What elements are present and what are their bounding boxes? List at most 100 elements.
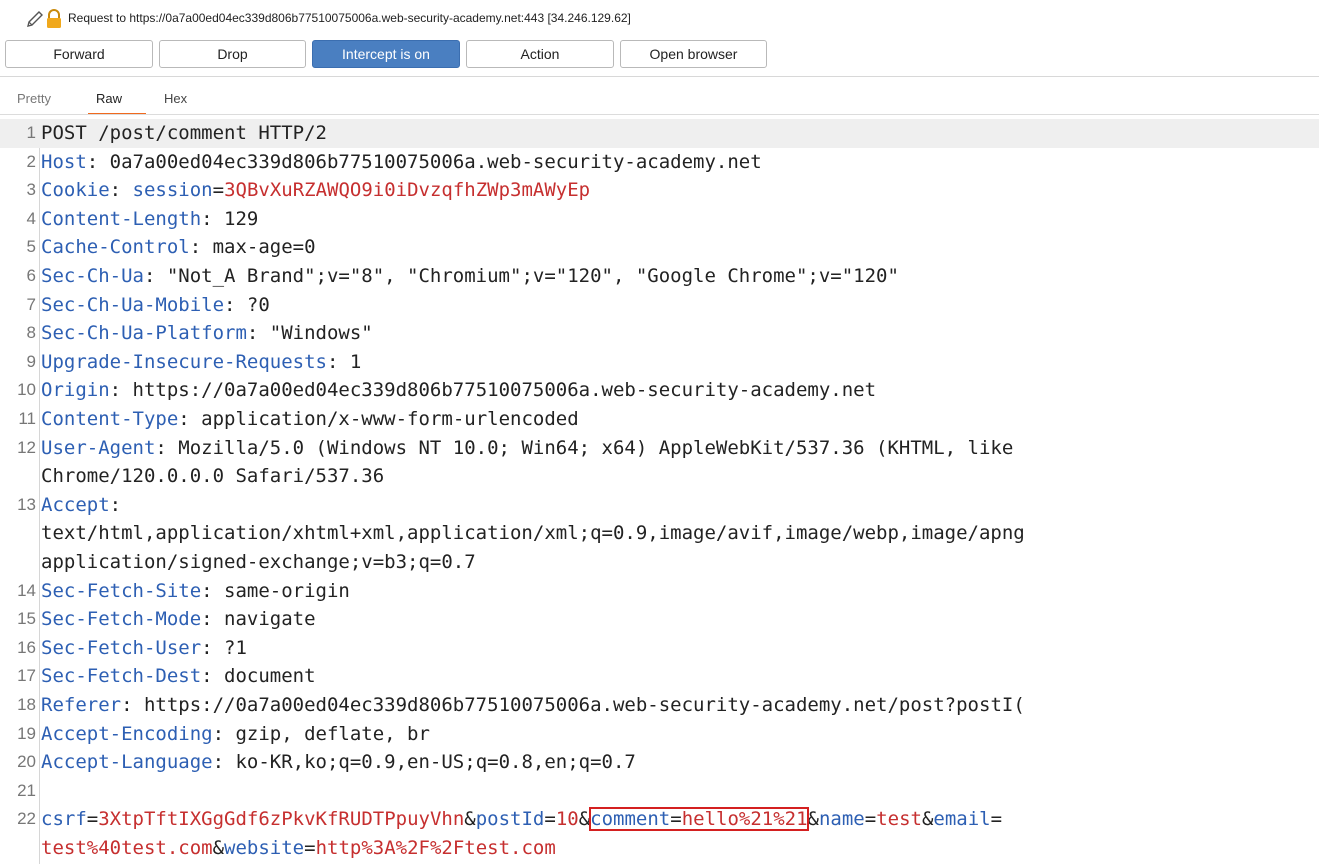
param-separator: & (578, 808, 591, 831)
header: Accept-Encoding: gzip, deflate, br (41, 720, 430, 749)
body-line-continued: test%40test.com&website=http%3A%2F%2Ftes… (0, 834, 1319, 863)
line-number: 2 (26, 151, 36, 171)
action-button[interactable]: Action (466, 40, 614, 68)
tabs-divider (0, 114, 1319, 115)
header-key: Sec-Fetch-Dest (41, 665, 202, 688)
body-line: 22 csrf=3XtpTftIXGgGdf6zPkvKfRUDTPpuyVhn… (0, 805, 1319, 834)
header: Origin: https://0a7a00ed04ec339d806b7751… (41, 376, 876, 405)
forward-button[interactable]: Forward (5, 40, 153, 68)
header: Sec-Ch-Ua: "Not_A Brand";v="8", "Chromiu… (41, 262, 899, 291)
header-value: : https://0a7a00ed04ec339d806b7751007500… (109, 379, 877, 402)
param-separator: & (464, 808, 476, 831)
open-browser-button[interactable]: Open browser (620, 40, 767, 68)
line-number: 12 (17, 437, 36, 457)
request-body-continued: test%40test.com&website=http%3A%2F%2Ftes… (41, 834, 556, 863)
line-number: 14 (17, 580, 36, 600)
header-key: Cache-Control (41, 236, 190, 259)
line-number: 20 (17, 752, 36, 772)
header: Cookie: session=3QBvXuRZAWQO9i0iDvzqfhZW… (41, 176, 590, 205)
raw-request-editor[interactable]: 1 POST /post/comment HTTP/2 2 Host: 0a7a… (0, 119, 1319, 864)
cookie-equals: = (212, 179, 225, 202)
line-number: 15 (17, 609, 36, 629)
cookie-value: 3QBvXuRZAWQO9i0iDvzqfhZWp3mAWyEp (224, 179, 591, 202)
header-key: User-Agent (41, 436, 156, 459)
header-value: : max-age=0 (189, 236, 316, 259)
line-number: 9 (26, 351, 36, 371)
header-key: Cookie (41, 179, 110, 202)
line-number: 22 (17, 809, 36, 829)
header-value: : 0a7a00ed04ec339d806b77510075006a.web-s… (86, 150, 762, 173)
header: Content-Length: 129 (41, 205, 258, 234)
header: Upgrade-Insecure-Requests: 1 (41, 348, 361, 377)
header: Sec-Fetch-Mode: navigate (41, 605, 316, 634)
header: Sec-Ch-Ua-Mobile: ?0 (41, 291, 270, 320)
header-key: Sec-Ch-Ua-Platform (41, 322, 247, 345)
line-number: 21 (17, 780, 36, 800)
header-key: Accept-Encoding (41, 722, 213, 745)
param-key: csrf (41, 808, 87, 831)
highlighted-comment-param: comment=hello%21%21 (589, 807, 809, 832)
header-value: : "Not_A Brand";v="8", "Chromium";v="120… (143, 265, 899, 287)
editor-line: 2 Host: 0a7a00ed04ec339d806b77510075006a… (0, 148, 1319, 177)
header-value: : ?1 (201, 636, 247, 659)
line-number: 13 (17, 494, 36, 514)
lock-icon (47, 9, 61, 28)
header-key: Upgrade-Insecure-Requests (41, 350, 327, 373)
header-key: Content-Length (41, 207, 202, 230)
pencil-icon[interactable] (24, 8, 46, 30)
header-value: : Mozilla/5.0 (Windows NT 10.0; Win64; x… (155, 436, 1014, 459)
header-key: Origin (41, 379, 110, 402)
tab-raw[interactable]: Raw (96, 91, 122, 106)
header-value-continued: text/html,application/xhtml+xml,applicat… (41, 522, 1025, 545)
request-body: csrf=3XtpTftIXGgGdf6zPkvKfRUDTPpuyVhn&po… (41, 805, 1002, 834)
header-value: : same-origin (201, 579, 350, 602)
line-number: 3 (26, 180, 36, 200)
line-number: 11 (18, 409, 36, 428)
request-line: POST /post/comment HTTP/2 (41, 122, 327, 144)
header-value: : ko-KR,ko;q=0.9,en-US;q=0.8,en;q=0.7 (212, 751, 636, 774)
header-separator: : (109, 179, 133, 202)
param-separator: & (212, 837, 225, 859)
header-key: Sec-Ch-Ua (41, 265, 144, 287)
param-value: hello%21%21 (681, 808, 808, 831)
param-equals: = (670, 808, 682, 831)
header: Sec-Ch-Ua-Platform: "Windows" (41, 319, 373, 348)
header-value: : 129 (201, 207, 259, 230)
param-equals: = (864, 808, 877, 831)
header-key: Content-Type (41, 408, 179, 430)
header: Cache-Control: max-age=0 (41, 233, 316, 262)
header-value: : application/x-www-form-urlencoded (178, 408, 579, 430)
header: Host: 0a7a00ed04ec339d806b77510075006a.w… (41, 148, 762, 177)
header: User-Agent: Mozilla/5.0 (Windows NT 10.0… (41, 434, 1013, 463)
line-number: 17 (17, 666, 36, 686)
line-number: 16 (17, 637, 36, 657)
param-equals: = (990, 808, 1003, 831)
header-value: : "Windows" (246, 322, 373, 345)
header-value-continued: application/signed-exchange;v=b3;q=0.7 (41, 551, 476, 573)
header: Sec-Fetch-Dest: document (41, 662, 316, 691)
header: Referer: https://0a7a00ed04ec339d806b775… (41, 691, 1025, 720)
drop-button[interactable]: Drop (159, 40, 306, 68)
param-equals: = (86, 808, 99, 831)
tab-pretty[interactable]: Pretty (17, 91, 51, 106)
header-key: Accept-Language (41, 751, 213, 774)
line-number: 19 (17, 723, 36, 743)
toolbar-divider (0, 76, 1319, 77)
param-key: name (818, 808, 865, 831)
intercept-toggle-button[interactable]: Intercept is on (312, 40, 460, 68)
line-number: 18 (17, 695, 36, 714)
header-value-continued: Chrome/120.0.0.0 Safari/537.36 (41, 465, 385, 488)
header: Content-Type: application/x-www-form-url… (41, 405, 579, 434)
param-key: comment (590, 808, 671, 831)
param-value: 3XtpTftIXGgGdf6zPkvKfRUDTPpuyVhn (98, 808, 465, 831)
intercept-toolbar: Forward Drop Intercept is on Action Open… (0, 38, 1319, 76)
tab-hex[interactable]: Hex (164, 91, 187, 106)
param-separator: & (807, 808, 819, 831)
header: Accept: (41, 491, 121, 520)
param-value: test%40test.com (41, 837, 213, 859)
header-value: : gzip, deflate, br (212, 722, 430, 745)
header-key: Sec-Fetch-Site (41, 579, 202, 602)
param-key: email (933, 808, 991, 831)
line-number: 1 (26, 123, 36, 142)
header: Sec-Fetch-User: ?1 (41, 634, 247, 663)
